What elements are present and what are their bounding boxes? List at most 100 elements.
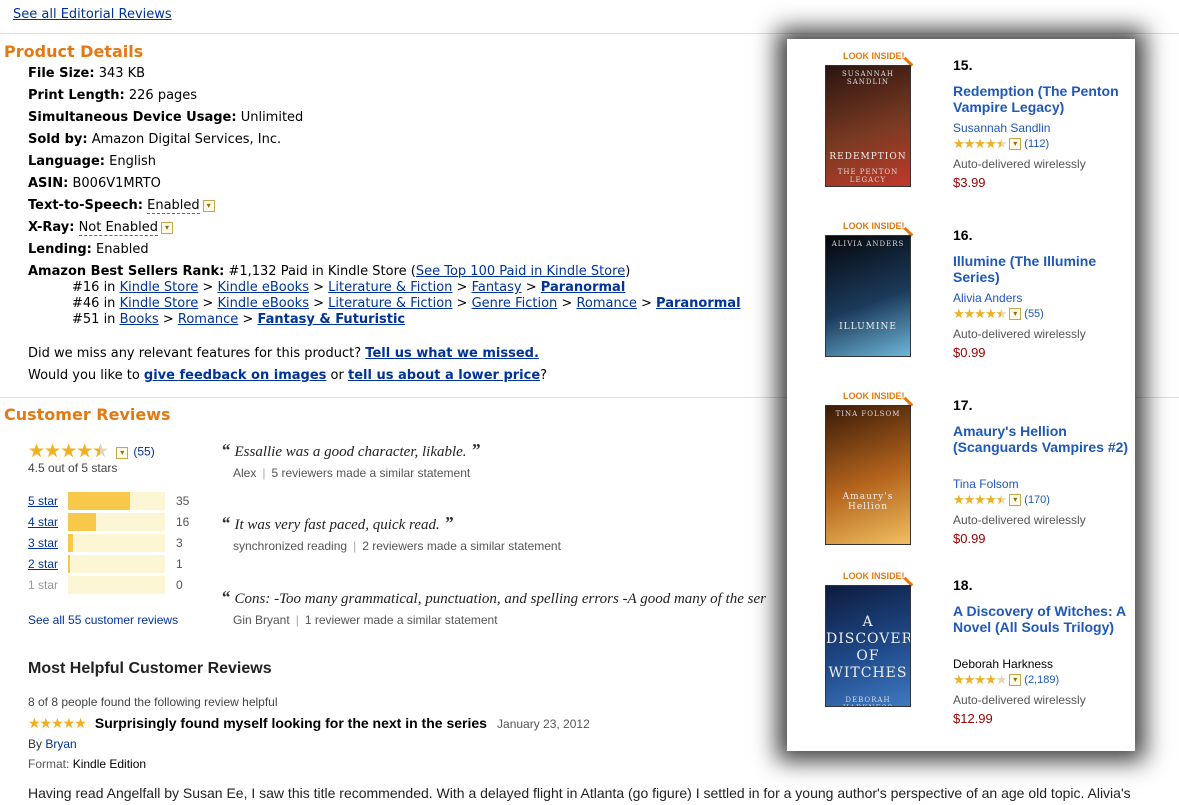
histogram-row[interactable]: 5 star 35 [28,492,198,512]
star-level-link[interactable]: 2 star [28,557,68,571]
chevron-down-icon[interactable]: ▾ [1009,138,1022,151]
book-price: $3.99 [953,175,986,190]
xray-value[interactable]: Not Enabled [78,220,159,236]
chevron-down-icon[interactable]: ▾ [1009,674,1022,687]
see-all-editorial-reviews-link[interactable]: See all Editorial Reviews [13,7,172,22]
book-rating[interactable]: ★★★★★★★★★★▾(2,189) [953,673,1059,688]
category-link[interactable]: Genre Fiction [472,296,558,311]
detail-label: ASIN: [28,176,69,191]
category-rank-row: #51 in Books > Romance > Fantasy & Futur… [72,312,405,327]
text-to-speech-value[interactable]: Enabled [147,198,200,214]
star-level-link[interactable]: 4 star [28,515,68,529]
category-link[interactable]: Kindle Store [120,280,199,295]
category-link[interactable]: Fantasy [472,280,522,295]
chevron-down-icon[interactable]: ▾ [116,446,129,459]
best-sellers-close: ) [625,264,631,279]
bestseller-item[interactable]: LOOK INSIDE! DEBORAH HARKNESS A DISCOVERY … [787,565,1135,751]
histogram-row[interactable]: 2 star 1 [28,555,198,575]
quote-author[interactable]: synchronized reading [233,539,347,553]
chevron-down-icon[interactable]: ▾ [202,200,215,212]
see-all-reviews-link[interactable]: See all 55 customer reviews [28,613,178,627]
review-quote[interactable]: “ Essallie was a good character, likable… [221,440,480,461]
look-inside-badge[interactable]: LOOK INSIDE! [843,571,905,581]
close-quote-mark: ” [466,440,481,460]
category-link[interactable]: Romance [576,296,636,311]
review-count-link[interactable]: (55) [133,445,154,459]
review-count-link[interactable]: (2,189) [1024,674,1059,686]
bestseller-item[interactable]: LOOK INSIDE! TINA FOLSOM Amaury's Hellion 1… [787,385,1135,571]
see-top-100-link[interactable]: See Top 100 Paid in Kindle Store [416,264,625,279]
book-cover-image[interactable]: DEBORAH HARKNESS A DISCOVERY OF WITCHES [825,585,911,707]
quote-text: It was very fast paced, quick read. [234,517,440,533]
category-leaf-link[interactable]: Paranormal [656,296,741,311]
review-count-link[interactable]: (55) [1024,308,1044,320]
category-link[interactable]: Literature & Fiction [328,296,452,311]
book-author[interactable]: Susannah Sandlin [953,121,1050,135]
category-link[interactable]: Literature & Fiction [328,280,452,295]
category-link[interactable]: Kindle eBooks [217,296,309,311]
star-level-link[interactable]: 5 star [28,494,68,508]
book-title-link[interactable]: Illumine (The Illumine Series) [953,253,1129,285]
star-count: 1 [176,557,183,571]
chevron-down-icon[interactable]: ▾ [161,222,174,234]
chevron-down-icon[interactable]: ▾ [1009,494,1022,507]
detail-label: Simultaneous Device Usage: [28,110,237,125]
lower-price-link[interactable]: tell us about a lower price [348,368,540,383]
bestseller-item[interactable]: LOOK INSIDE! SUSANNAH SANDLIN REDEMPTION TH… [787,45,1135,215]
stars-filled: ★★★★★ [28,440,100,462]
quote-author[interactable]: Alex [233,466,256,480]
cover-title-text: REDEMPTION [829,152,907,162]
book-author[interactable]: Tina Folsom [953,477,1019,491]
category-leaf-link[interactable]: Paranormal [541,280,626,295]
quote-author[interactable]: Gin Bryant [233,613,290,627]
tell-us-missed-link[interactable]: Tell us what we missed. [365,346,539,361]
book-title-link[interactable]: Redemption (The Penton Vampire Legacy) [953,83,1129,115]
review-quote[interactable]: “ It was very fast paced, quick read. ” [221,513,453,534]
chevron-down-icon[interactable]: ▾ [1009,308,1022,321]
bestseller-item[interactable]: LOOK INSIDE! ALIVIA ANDERS ILLUMINE 16. Illu… [787,215,1135,385]
star-level-link[interactable]: 3 star [28,536,68,550]
category-link[interactable]: Books [120,312,159,327]
rank-number: #16 in [72,280,116,295]
look-inside-badge[interactable]: LOOK INSIDE! [843,391,905,401]
book-cover-image[interactable]: TINA FOLSOM Amaury's Hellion [825,405,911,545]
category-leaf-link[interactable]: Fantasy & Futuristic [257,312,405,327]
book-price: $12.99 [953,711,993,726]
review-count-link[interactable]: (112) [1024,138,1049,150]
look-inside-badge[interactable]: LOOK INSIDE! [843,51,905,61]
similar-statement[interactable]: 2 reviewers made a similar statement [362,539,561,553]
book-rating[interactable]: ★★★★★ ★★★★★ ▾ (112) [953,137,1049,152]
category-link[interactable]: Kindle Store [120,296,199,311]
average-rating[interactable]: ★★★★★★★★★★ ▾ (55) [28,440,155,462]
book-cover-image[interactable]: ALIVIA ANDERS ILLUMINE [825,235,911,357]
similar-statement[interactable]: 1 reviewer made a similar statement [305,613,498,627]
stars-filled: ★★★★★ [953,493,1001,508]
review-quote[interactable]: “ Cons: -Too many grammatical, punctuati… [221,587,766,608]
histogram-row[interactable]: 3 star 3 [28,534,198,554]
look-inside-badge[interactable]: LOOK INSIDE! [843,221,905,231]
reviewer-link[interactable]: Bryan [45,737,76,751]
book-author[interactable]: Alivia Anders [953,291,1022,305]
feedback-images-link[interactable]: give feedback on images [144,368,326,383]
review-count-link[interactable]: (170) [1024,494,1050,506]
histogram-row[interactable]: 1 star 0 [28,576,198,596]
book-price: $0.99 [953,345,986,360]
book-rating[interactable]: ★★★★★ ★★★★★ ▾ (55) [953,307,1044,322]
breadcrumb-separator: > [198,280,218,295]
star-level-link[interactable]: 1 star [28,578,68,592]
book-title-link[interactable]: A Discovery of Witches: A Novel (All Sou… [953,603,1129,635]
book-title-link[interactable]: Amaury's Hellion (Scanguards Vampires #2… [953,423,1129,455]
book-cover-image[interactable]: SUSANNAH SANDLIN REDEMPTION THE PENTON LEG… [825,65,911,187]
review-title[interactable]: Surprisingly found myself looking for th… [95,715,487,731]
rating-bar [68,534,165,552]
similar-statement[interactable]: 5 reviewers made a similar statement [271,466,470,480]
open-quote-mark: “ [221,440,235,460]
cover-author-text: DEBORAH HARKNESS [843,696,892,706]
category-link[interactable]: Kindle eBooks [217,280,309,295]
missed-features-row: Did we miss any relevant features for th… [28,346,539,361]
category-link[interactable]: Romance [178,312,238,327]
book-rating[interactable]: ★★★★★ ★★★★★ ▾ (170) [953,493,1050,508]
detail-row: File Size: 343 KB [28,66,145,81]
histogram-row[interactable]: 4 star 16 [28,513,198,533]
delivery-text: Auto-delivered wirelessly [953,693,1086,707]
